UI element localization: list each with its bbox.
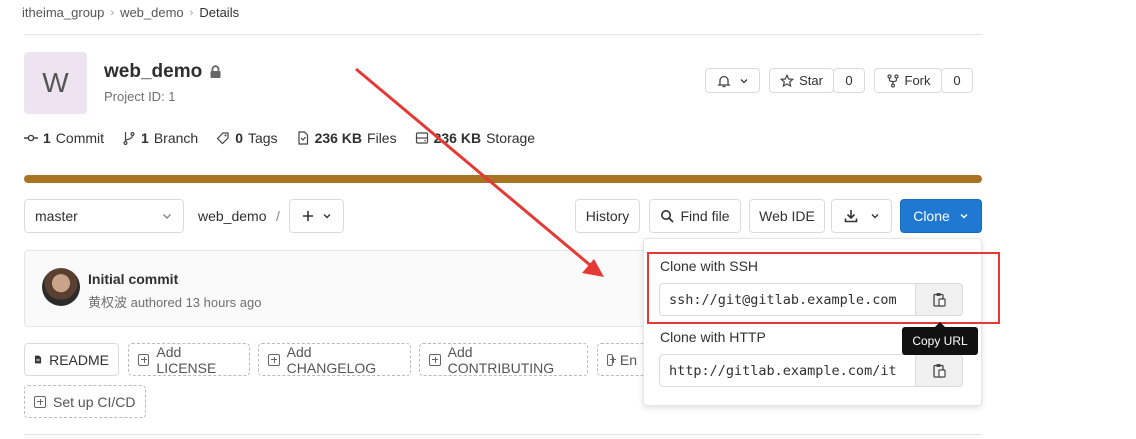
- chevron-down-icon: [323, 214, 330, 219]
- commits-label: Commit: [55, 130, 105, 146]
- readme-button[interactable]: README: [24, 343, 119, 376]
- commit-author[interactable]: 黄权波: [88, 295, 127, 310]
- author-avatar[interactable]: [42, 268, 80, 306]
- tags-stat[interactable]: 0 Tags: [216, 130, 278, 146]
- chevron-down-icon: [163, 214, 171, 219]
- download-icon: [844, 210, 857, 223]
- find-file-button[interactable]: Find file: [649, 199, 741, 233]
- commit-icon: [24, 134, 38, 142]
- storage-size: 236 KB: [433, 130, 482, 146]
- find-file-label: Find file: [680, 208, 730, 224]
- ssh-highlight-box: [647, 252, 1000, 324]
- repository-languages-bar: [24, 175, 982, 183]
- plus-square-icon: [268, 353, 280, 366]
- clipboard-icon: [932, 364, 946, 378]
- commit-meta: 黄权波 authored 13 hours ago: [88, 292, 261, 311]
- bell-icon: [716, 75, 731, 87]
- path-separator: /: [276, 208, 280, 224]
- storage-label: Storage: [486, 130, 536, 146]
- chevron-right-icon: ›: [189, 6, 194, 19]
- clone-label: Clone: [913, 208, 950, 224]
- star-count[interactable]: 0: [833, 68, 865, 93]
- branches-count: 1: [141, 130, 149, 146]
- file-tree-top-edge: [24, 434, 982, 439]
- star-button[interactable]: Star: [769, 68, 834, 93]
- project-name: web_demo: [104, 61, 203, 82]
- chevron-right-icon: ›: [110, 6, 115, 19]
- add-changelog-label: Add CHANGELOG: [286, 343, 377, 376]
- web-ide-label: Web IDE: [759, 208, 815, 224]
- chevron-down-icon: [740, 78, 747, 83]
- project-id: Project ID: 1: [104, 89, 176, 104]
- plus-square-icon: [429, 353, 441, 366]
- branch-name: master: [35, 208, 78, 224]
- commits-stat[interactable]: 1 Commit: [24, 130, 104, 146]
- enable-auto-devops-button[interactable]: En: [597, 343, 647, 376]
- storage-icon: [415, 132, 428, 144]
- breadcrumb-current[interactable]: Details: [199, 5, 239, 20]
- notifications-dropdown[interactable]: [705, 68, 760, 93]
- copy-url-tooltip: Copy URL: [902, 322, 978, 355]
- setup-cicd-label: Set up CI/CD: [53, 393, 136, 410]
- add-license-button[interactable]: Add LICENSE: [128, 343, 250, 376]
- readme-label: README: [49, 351, 109, 368]
- tag-icon: [216, 132, 229, 145]
- fork-count[interactable]: 0: [941, 68, 973, 93]
- project-title: web_demo: [104, 61, 222, 83]
- plus-square-icon: [138, 353, 150, 366]
- file-text-icon: [35, 355, 42, 364]
- project-stats: 1 Commit 1 Branch 0 Tags 236 KB Files 23…: [24, 130, 535, 146]
- add-file-dropdown[interactable]: [289, 199, 344, 233]
- add-changelog-button[interactable]: Add CHANGELOG: [258, 343, 411, 376]
- chevron-down-icon: [871, 214, 878, 219]
- clone-dropdown-button[interactable]: Clone: [900, 199, 982, 233]
- breadcrumb-group-link[interactable]: itheima_group: [22, 5, 104, 20]
- storage-stat[interactable]: 236 KB Storage: [415, 130, 536, 146]
- tags-label: Tags: [247, 130, 278, 146]
- clone-http-label: Clone with HTTP: [660, 329, 766, 345]
- breadcrumb-project-link[interactable]: web_demo: [120, 5, 184, 20]
- search-icon: [661, 210, 675, 223]
- breadcrumb: itheima_group › web_demo › Details: [22, 5, 239, 20]
- star-label: Star: [799, 73, 823, 88]
- fork-button[interactable]: Fork: [874, 68, 942, 93]
- branches-stat[interactable]: 1 Branch: [122, 130, 198, 146]
- add-license-label: Add LICENSE: [156, 343, 217, 376]
- files-label: Files: [367, 130, 397, 146]
- history-label: History: [585, 208, 630, 224]
- chevron-down-icon: [960, 213, 968, 219]
- lock-icon: [210, 65, 221, 78]
- branch-icon: [123, 132, 135, 145]
- project-avatar[interactable]: W: [24, 52, 87, 114]
- tags-count: 0: [235, 130, 243, 146]
- repo-path-link[interactable]: web_demo: [198, 208, 267, 224]
- plus-square-icon: [607, 353, 616, 366]
- setup-cicd-button[interactable]: Set up CI/CD: [24, 385, 146, 418]
- enable-label: En: [619, 351, 637, 368]
- branches-label: Branch: [153, 130, 199, 146]
- branch-selector[interactable]: master: [24, 199, 184, 233]
- files-stat[interactable]: 236 KB Files: [296, 130, 397, 146]
- commit-time: authored 13 hours ago: [130, 295, 262, 310]
- add-contributing-button[interactable]: Add CONTRIBUTING: [419, 343, 588, 376]
- plus-square-icon: [34, 395, 46, 408]
- web-ide-button[interactable]: Web IDE: [749, 199, 825, 233]
- history-button[interactable]: History: [575, 199, 640, 233]
- plus-icon: [302, 211, 313, 221]
- divider: [24, 34, 982, 35]
- download-dropdown[interactable]: [831, 199, 892, 233]
- commits-count: 1: [43, 130, 51, 146]
- commit-title[interactable]: Initial commit: [88, 271, 178, 287]
- files-size: 236 KB: [314, 130, 363, 146]
- http-url-input[interactable]: http://gitlab.example.com/it: [659, 354, 916, 387]
- add-contributing-label: Add CONTRIBUTING: [447, 343, 555, 376]
- fork-icon: [886, 73, 899, 88]
- fork-label: Fork: [904, 73, 931, 88]
- copy-http-url-button[interactable]: [915, 354, 963, 387]
- star-icon: [780, 73, 795, 87]
- file-icon: [297, 131, 308, 145]
